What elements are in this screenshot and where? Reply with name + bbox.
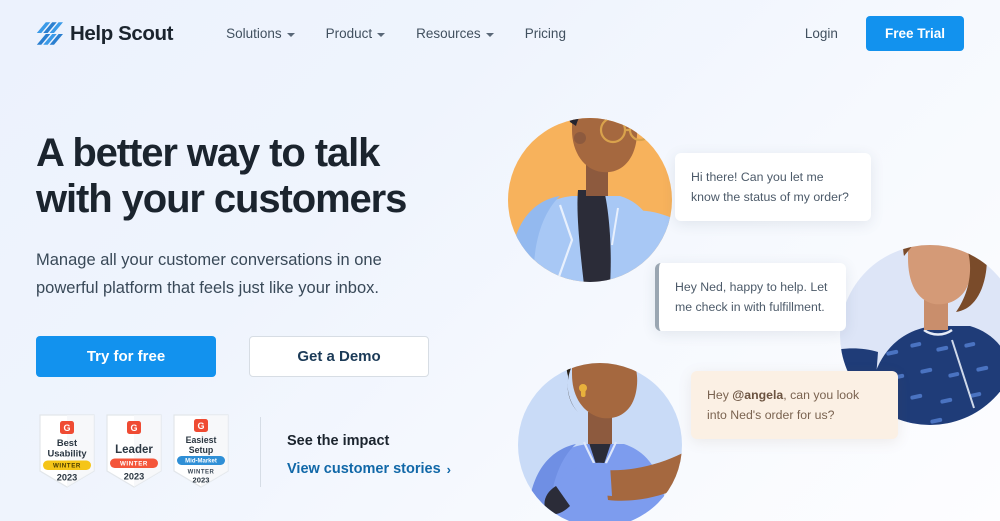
headline-line-1: A better way to talk (36, 131, 380, 175)
chat-bubble-internal-note[interactable]: Hey @angela, can you look into Ned's ord… (691, 371, 898, 439)
chat-bubble-agent[interactable]: Hey Ned, happy to help. Let me check in … (655, 263, 846, 331)
helpscout-logo-icon (36, 22, 63, 45)
note-mention: @angela (732, 388, 784, 402)
g2-badge-group: G Best Usability WINTER 2023 G Leader WI… (36, 413, 232, 491)
g2-badge-shape: G Easiest Setup Mid-Market WINTER 2023 (173, 414, 229, 488)
impact-link-label: View customer stories (287, 461, 441, 477)
svg-text:G: G (197, 421, 204, 431)
badge-segment: Mid-Market (185, 459, 217, 465)
chevron-right-icon: › (446, 461, 452, 477)
g2-badge-leader[interactable]: G Leader WINTER 2023 (103, 413, 165, 491)
nav-label: Resources (416, 26, 481, 41)
impact-title: See the impact (287, 433, 390, 449)
primary-navigation: Solutions Product Resources Pricing (226, 26, 566, 41)
nav-label: Pricing (524, 26, 566, 41)
nav-item-resources[interactable]: Resources (416, 26, 494, 41)
nav-item-product[interactable]: Product (326, 26, 386, 41)
chevron-down-icon (377, 32, 386, 37)
headline-line-2: with your customers (36, 177, 407, 221)
badge-band-text: WINTER (120, 461, 148, 468)
badge-year: 2023 (193, 476, 210, 485)
badge-year: 2023 (57, 473, 77, 483)
hero-cta-row: Try for free Get a Demo (36, 336, 466, 377)
badge-band-text: WINTER (53, 463, 81, 470)
g2-badge-easiest-setup[interactable]: G Easiest Setup Mid-Market WINTER 2023 (170, 413, 232, 491)
note-prefix: Hey (707, 388, 733, 402)
brand-logo[interactable]: Help Scout (36, 21, 173, 46)
g2-badge-shape: G Leader WINTER 2023 (106, 414, 162, 488)
nav-item-pricing[interactable]: Pricing (525, 26, 566, 41)
brand-name: Help Scout (70, 21, 174, 45)
badge-award-line2: Usability (47, 448, 87, 459)
impact-block: See the impact View customer stories › (261, 413, 451, 491)
chevron-down-icon (485, 32, 494, 37)
g2-badge-best-usability[interactable]: G Best Usability WINTER 2023 (36, 413, 98, 491)
header-actions: Login Free Trial (805, 16, 964, 51)
get-a-demo-button[interactable]: Get a Demo (249, 336, 429, 377)
view-customer-stories-link[interactable]: View customer stories › (287, 461, 451, 477)
badge-award-line1: Best (57, 437, 77, 448)
hero-copy: A better way to talk with your customers… (36, 67, 466, 491)
badge-award-line2: Setup (189, 445, 214, 455)
nav-label: Solutions (226, 26, 282, 41)
hero-subheading: Manage all your customer conversations i… (36, 251, 382, 297)
login-link[interactable]: Login (805, 26, 838, 41)
nav-item-solutions[interactable]: Solutions (226, 26, 295, 41)
chevron-down-icon (286, 32, 295, 37)
svg-text:G: G (63, 423, 70, 433)
badge-award-line1: Leader (115, 444, 153, 456)
nav-label: Product (325, 26, 373, 41)
page-title: A better way to talk with your customers (36, 130, 466, 222)
try-for-free-button[interactable]: Try for free (36, 336, 216, 377)
social-proof-row: G Best Usability WINTER 2023 G Leader WI… (36, 413, 466, 491)
badge-award-line1: Easiest (186, 435, 217, 445)
badge-year: 2023 (124, 472, 144, 482)
site-header: Help Scout Solutions Product Resources P… (0, 0, 1000, 67)
chat-bubble-customer[interactable]: Hi there! Can you let me know the status… (675, 153, 871, 221)
free-trial-button[interactable]: Free Trial (865, 16, 964, 51)
svg-text:G: G (130, 423, 137, 433)
g2-badge-shape: G Best Usability WINTER 2023 (39, 414, 95, 488)
